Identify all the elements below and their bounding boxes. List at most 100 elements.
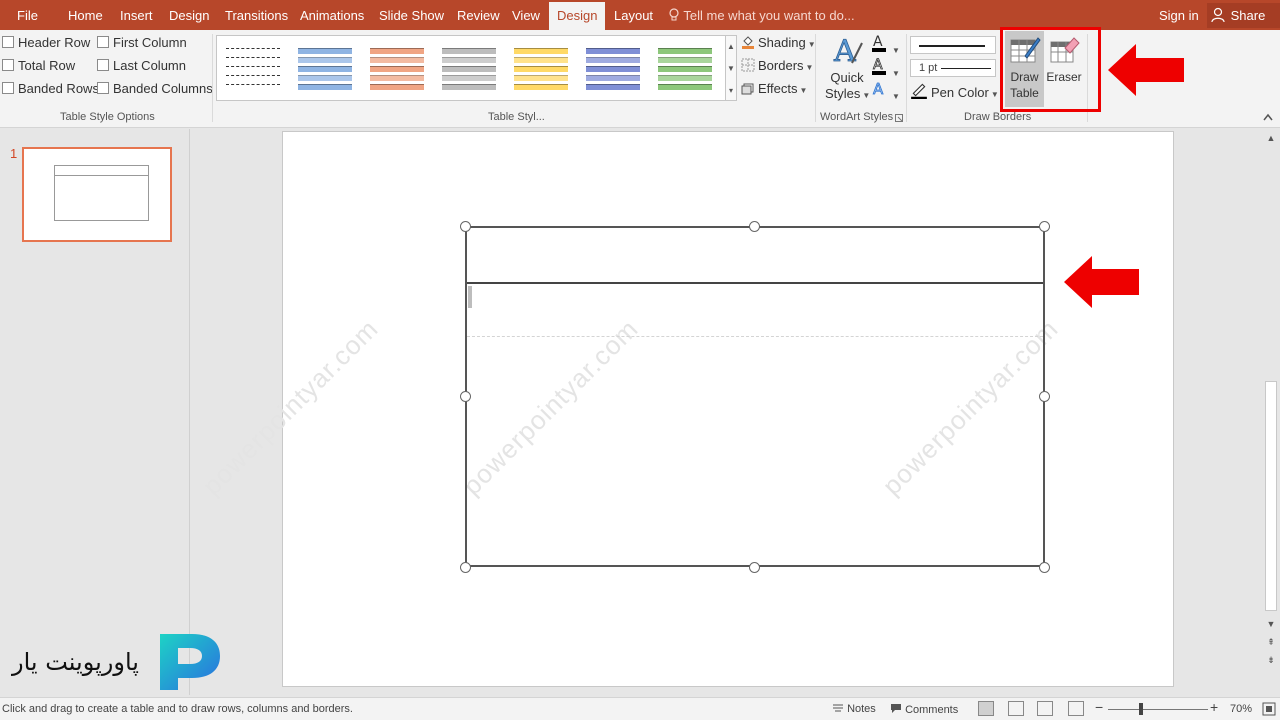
gallery-down-icon[interactable]: ▼ (726, 58, 736, 80)
share-button[interactable]: Share (1207, 3, 1280, 28)
checkbox-box (2, 82, 14, 94)
table-style-swatch[interactable] (584, 45, 642, 93)
previous-slide-icon[interactable]: ⇞ (1262, 637, 1280, 648)
table-style-options-label: Table Style Options (60, 111, 155, 123)
header-row-checkbox[interactable]: Header Row (2, 35, 90, 53)
last-column-checkbox[interactable]: Last Column (97, 58, 186, 76)
borders-button[interactable]: Borders ▼ (741, 56, 813, 76)
table-style-swatch[interactable] (656, 45, 714, 93)
swatch-row (586, 48, 640, 54)
table-style-swatch[interactable] (368, 45, 426, 93)
pen-style-line (919, 45, 985, 47)
effects-button[interactable]: Effects ▼ (741, 79, 807, 99)
collapse-ribbon-icon[interactable] (1262, 112, 1274, 122)
resize-handle[interactable] (749, 221, 760, 232)
table-row-border[interactable] (467, 282, 1043, 284)
resize-handle[interactable] (1039, 391, 1050, 402)
table-style-swatch[interactable] (512, 45, 570, 93)
text-fill-button[interactable]: A ▼ (870, 33, 900, 55)
tab-animations[interactable]: Animations (300, 0, 364, 30)
menu-bar: File Home Insert Design Transitions Anim… (0, 0, 1280, 30)
table-gridline (467, 336, 1043, 337)
comments-button[interactable]: Comments (890, 703, 958, 716)
swatch-row (658, 75, 712, 81)
zoom-out-icon[interactable]: − (1095, 699, 1103, 715)
shading-button[interactable]: Shading ▼ (741, 33, 816, 53)
table-style-swatch[interactable] (224, 45, 282, 93)
banded-rows-label: Banded Rows (18, 81, 99, 96)
tab-review[interactable]: Review (457, 0, 500, 30)
slide-show-icon[interactable] (1068, 701, 1084, 716)
pen-weight-dropdown[interactable]: 1 pt (910, 59, 996, 77)
table-style-swatch[interactable] (440, 45, 498, 93)
normal-view-icon[interactable] (978, 701, 994, 716)
total-row-checkbox[interactable]: Total Row (2, 58, 75, 76)
reading-view-icon[interactable] (1037, 701, 1053, 716)
first-column-checkbox[interactable]: First Column (97, 35, 187, 53)
chevron-down-icon: ▼ (805, 63, 814, 72)
banded-columns-checkbox[interactable]: Banded Columns (97, 81, 213, 99)
pen-color-button[interactable]: Pen Color ▼ (910, 81, 999, 101)
slide-sorter-icon[interactable] (1008, 701, 1024, 716)
gallery-up-icon[interactable]: ▲ (726, 36, 736, 58)
banded-rows-checkbox[interactable]: Banded Rows (2, 81, 99, 99)
tab-table-design[interactable]: Design (549, 2, 606, 30)
dialog-launcher-icon[interactable] (895, 114, 903, 122)
chevron-down-icon: ▼ (990, 90, 999, 99)
resize-handle[interactable] (749, 562, 760, 573)
resize-handle[interactable] (1039, 562, 1050, 573)
swatch-row (658, 48, 712, 54)
resize-handle[interactable] (460, 221, 471, 232)
group-divider (212, 34, 213, 122)
tab-design[interactable]: Design (169, 0, 209, 30)
gallery-more-icon[interactable]: ▾ (726, 80, 736, 102)
zoom-in-icon[interactable]: + (1210, 699, 1218, 715)
pen-style-dropdown[interactable] (910, 36, 996, 54)
text-effects-button[interactable]: A ▼ (870, 79, 900, 101)
draw-borders-label: Draw Borders (964, 111, 1032, 123)
tell-me-box[interactable]: Tell me what you want to do... (668, 0, 855, 30)
scroll-up-icon[interactable]: ▲ (1262, 133, 1280, 143)
text-fill-icon: A (872, 34, 886, 52)
text-outline-button[interactable]: A ▼ (870, 56, 900, 78)
resize-handle[interactable] (460, 562, 471, 573)
resize-handle[interactable] (1039, 221, 1050, 232)
zoom-slider[interactable] (1108, 709, 1208, 710)
tab-transitions[interactable]: Transitions (225, 0, 288, 30)
fit-to-window-icon[interactable] (1262, 702, 1276, 716)
zoom-level[interactable]: 70% (1230, 703, 1252, 715)
gallery-scroll[interactable]: ▲ ▼ ▾ (725, 35, 737, 101)
tab-table-layout[interactable]: Layout (614, 0, 653, 30)
tab-slide-show[interactable]: Slide Show (379, 0, 444, 30)
quick-styles-label-1: Quick (830, 70, 864, 85)
notes-button[interactable]: Notes (832, 703, 876, 715)
zoom-slider-thumb[interactable] (1139, 703, 1143, 715)
table-style-swatch[interactable] (296, 45, 354, 93)
resize-handle[interactable] (460, 391, 471, 402)
sign-in-link[interactable]: Sign in (1159, 0, 1199, 32)
header-row-label: Header Row (18, 35, 91, 50)
quick-styles-button[interactable]: A Quick Styles ▼ (825, 33, 870, 109)
wordart-a-icon: A (833, 34, 863, 69)
lightbulb-icon (669, 8, 679, 21)
notes-icon (833, 704, 843, 712)
slide-thumbnail[interactable] (22, 147, 172, 242)
scrollbar-thumb[interactable] (1265, 381, 1277, 611)
tab-insert[interactable]: Insert (120, 0, 153, 30)
tab-home[interactable]: Home (68, 0, 103, 30)
chevron-down-icon: ▼ (892, 46, 900, 55)
pen-weight-value: 1 pt (919, 62, 938, 74)
tab-view[interactable]: View (512, 0, 540, 30)
comment-icon (891, 704, 901, 713)
table-styles-gallery[interactable] (216, 35, 726, 101)
swatch-row (442, 66, 496, 72)
swatch-row (298, 75, 352, 81)
scroll-down-icon[interactable]: ▼ (1262, 619, 1280, 629)
tab-file[interactable]: File (17, 0, 38, 30)
vertical-scrollbar[interactable]: ▲ ▼ ⇞ ⇟ (1262, 129, 1280, 695)
text-outline-icon: A (872, 57, 886, 75)
table-object[interactable] (465, 226, 1045, 567)
next-slide-icon[interactable]: ⇟ (1262, 655, 1280, 666)
swatch-row (226, 48, 280, 54)
logo-text: پاورپوینت یار (12, 648, 139, 676)
